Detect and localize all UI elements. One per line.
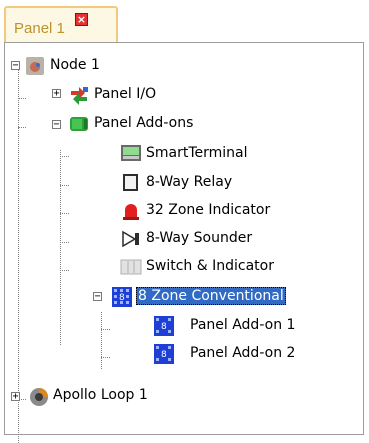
- tree-item-label: Panel Add-on 1: [190, 317, 296, 333]
- tree-connector: [60, 156, 69, 157]
- apollo-loop-icon: [30, 388, 48, 406]
- expand-toggle[interactable]: +: [52, 89, 61, 99]
- node-icon: [26, 57, 44, 75]
- collapse-toggle[interactable]: −: [52, 120, 61, 130]
- tab-panel-1[interactable]: Panel 1 ×: [4, 6, 118, 42]
- smartterminal-icon: [121, 145, 141, 161]
- tree-item-label: Switch & Indicator: [146, 258, 274, 274]
- sounder-icon: [122, 230, 139, 248]
- tree-connector: [60, 150, 61, 345]
- tree-connector: [60, 213, 69, 214]
- tree-connector: [60, 270, 69, 271]
- tree-connector: [101, 329, 110, 330]
- tree-connector: [101, 312, 102, 369]
- tree-item-label: Apollo Loop 1: [53, 387, 148, 403]
- tab-label: Panel 1: [14, 20, 65, 37]
- collapse-toggle[interactable]: −: [93, 292, 102, 302]
- relay-icon: [123, 174, 138, 191]
- tree-view-window: Panel 1 × − Node 1 + Panel I/O − Panel A…: [0, 0, 369, 443]
- zone-conventional-icon: 8: [112, 287, 132, 307]
- svg-text:8: 8: [161, 322, 167, 332]
- tree-connector: [101, 357, 110, 358]
- switch-indicator-icon: [120, 259, 142, 275]
- svg-text:8: 8: [161, 350, 167, 360]
- collapse-toggle[interactable]: −: [11, 61, 20, 71]
- expand-toggle[interactable]: +: [11, 392, 20, 402]
- tree-item-label: Panel Add-on 2: [190, 345, 296, 361]
- tree-item-label: Panel Add-ons: [94, 115, 194, 131]
- tree-connector: [18, 98, 26, 99]
- tree-connector: [18, 127, 26, 128]
- add-on-module-icon: 8: [154, 316, 174, 336]
- panel-add-ons-icon: [70, 117, 88, 131]
- tree-item-label: Panel I/O: [94, 86, 157, 102]
- tree-item-label: SmartTerminal: [146, 145, 248, 161]
- tree-connector: [60, 242, 69, 243]
- tree-item-label: 32 Zone Indicator: [146, 202, 271, 218]
- tree-connector: [60, 185, 69, 186]
- tree-connector: [18, 70, 19, 443]
- add-on-module-icon: 8: [154, 344, 174, 364]
- tree-view[interactable]: − Node 1 + Panel I/O − Panel Add-ons Sma…: [4, 42, 364, 443]
- svg-text:8: 8: [119, 293, 125, 303]
- tree-item-label: 8-Way Sounder: [146, 230, 253, 246]
- panel-io-icon: [71, 87, 88, 105]
- tab-strip: Panel 1 ×: [0, 0, 369, 43]
- tree-item-label-selected: 8 Zone Conventional: [136, 287, 286, 305]
- tree-item-label: Node 1: [50, 57, 100, 73]
- tree-item-label: 8-Way Relay: [146, 174, 233, 190]
- zone-indicator-icon: [123, 204, 139, 220]
- close-icon[interactable]: ×: [75, 13, 88, 26]
